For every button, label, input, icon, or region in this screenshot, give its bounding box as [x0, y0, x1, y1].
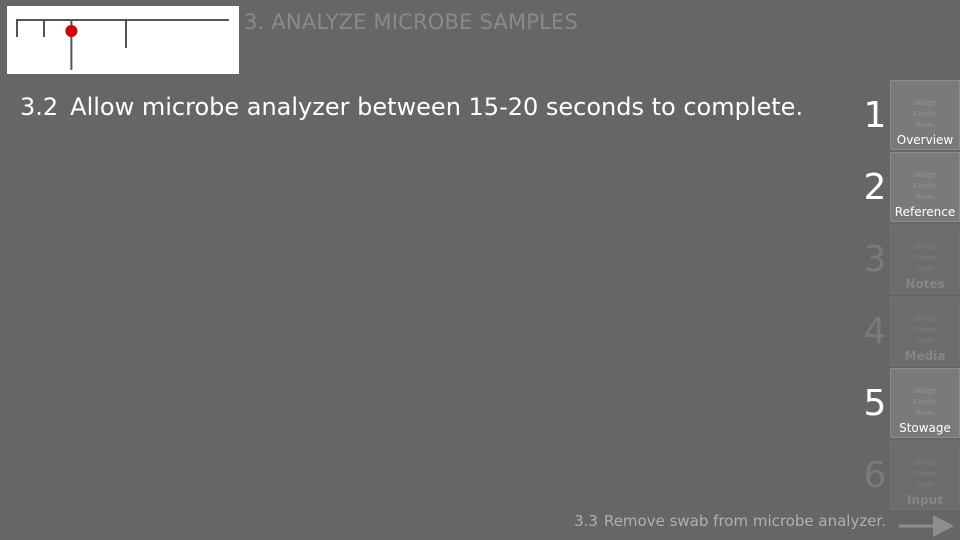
side-item-number: 1 — [863, 95, 887, 136]
side-panel: 1 Image Comin Soon Overview 2 Image Comin So… — [858, 80, 960, 512]
reference-thumbnail[interactable]: Image Comin Soon Reference — [890, 152, 960, 222]
input-thumbnail: Image Comin Soon Input — [890, 440, 960, 510]
side-item-label: Reference — [894, 205, 956, 219]
current-step: 3.2 Allow microbe analyzer between 15-20 … — [20, 93, 803, 121]
current-step-number: 3.2 — [20, 93, 59, 121]
image-placeholder: Image Comin Soon — [913, 99, 937, 129]
side-item-overview[interactable]: 1 Image Comin Soon Overview — [858, 80, 960, 152]
image-placeholder: Image Comin Soon — [913, 315, 937, 345]
image-placeholder: Image Comin Soon — [913, 243, 937, 273]
side-item-label: Input — [907, 493, 943, 507]
next-step-preview[interactable]: 3.3 Remove swab from microbe analyzer. — [574, 512, 886, 530]
notes-thumbnail: Image Comin Soon Notes — [890, 224, 960, 294]
overview-thumbnail[interactable]: Image Comin Soon Overview — [890, 80, 960, 150]
image-placeholder: Image Comin Soon — [913, 387, 937, 417]
side-item-notes: 3 Image Comin Soon Notes — [858, 224, 960, 296]
image-placeholder: Image Comin Soon — [913, 171, 937, 201]
stowage-thumbnail[interactable]: Image Comin Soon Stowage — [890, 368, 960, 438]
side-item-number: 6 — [863, 455, 887, 496]
side-item-input: 6 Image Comin Soon Input — [858, 440, 960, 512]
progress-timeline — [16, 19, 229, 70]
next-step-number: 3.3 — [574, 512, 598, 530]
procedure-progress-bar — [7, 6, 239, 74]
side-item-number: 2 — [863, 167, 887, 208]
image-placeholder: Image Comin Soon — [913, 459, 937, 489]
next-arrow-icon[interactable] — [897, 514, 955, 538]
section-title: 3. ANALYZE MICROBE SAMPLES — [244, 10, 579, 34]
side-item-label: Overview — [896, 133, 954, 147]
current-step-instruction: Allow microbe analyzer between 15-20 sec… — [70, 93, 804, 121]
side-item-stowage[interactable]: 5 Image Comin Soon Stowage — [858, 368, 960, 440]
side-item-media: 4 Image Comin Soon Media — [858, 296, 960, 368]
progress-current-marker — [65, 25, 78, 37]
side-item-label: Stowage — [899, 421, 951, 435]
next-step-instruction: Remove swab from microbe analyzer. — [603, 512, 886, 530]
side-item-number: 5 — [863, 383, 887, 424]
side-item-label: Notes — [905, 277, 945, 291]
side-item-number: 4 — [863, 311, 887, 352]
side-item-number: 3 — [863, 239, 887, 280]
media-thumbnail: Image Comin Soon Media — [890, 296, 960, 366]
side-item-reference[interactable]: 2 Image Comin Soon Reference — [858, 152, 960, 224]
side-item-label: Media — [904, 349, 946, 363]
